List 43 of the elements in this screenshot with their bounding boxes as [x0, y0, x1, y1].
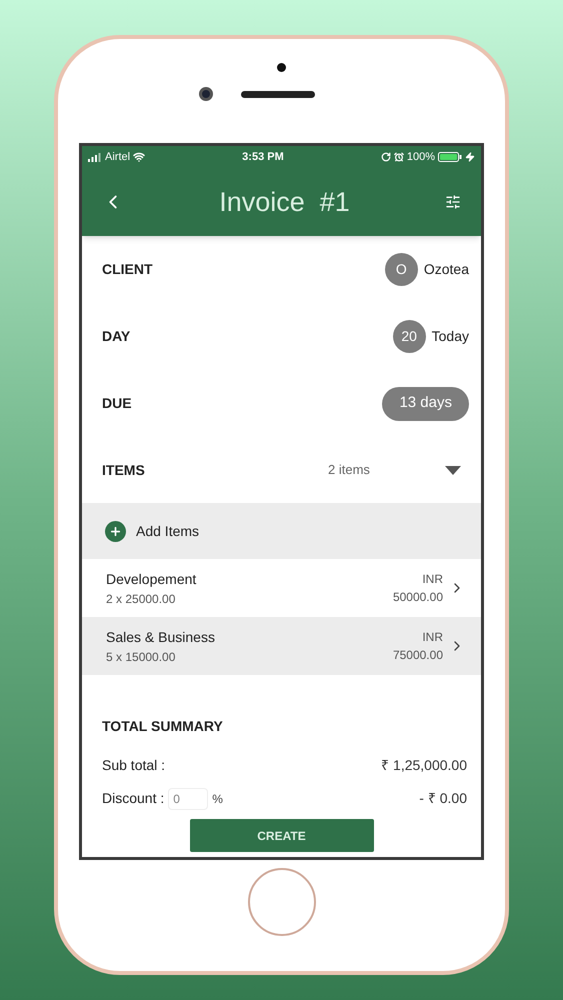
- sensor-icon: [277, 63, 286, 72]
- signal-icon: [88, 152, 102, 162]
- alarm-icon: [394, 152, 404, 162]
- item-currency: INR: [422, 571, 443, 588]
- item-amount: 50000.00: [392, 589, 443, 606]
- plus-icon: [105, 520, 126, 542]
- field-label: ITEMS: [102, 460, 146, 480]
- line-item-row[interactable]: Sales & Business 5 x 15000.00 INR 75000.00: [82, 617, 481, 675]
- field-value[interactable]: Today: [432, 326, 469, 347]
- create-button[interactable]: CREATE: [190, 819, 374, 852]
- charging-icon: [465, 152, 475, 162]
- item-quantity: 5 x 15000.00: [106, 648, 176, 666]
- items-count: 2 items: [328, 461, 371, 480]
- wifi-icon: [133, 151, 146, 163]
- item-quantity: 2 x 25000.00: [106, 590, 176, 608]
- battery-icon: [438, 152, 462, 162]
- summary-value: - ₹ 0.00: [419, 789, 467, 808]
- speaker-icon: [240, 90, 314, 98]
- add-items-button[interactable]: Add Items: [82, 503, 481, 559]
- section-title: TOTAL SUMMARY: [102, 717, 223, 736]
- battery-percent: 100%: [406, 150, 435, 165]
- camera-icon: [198, 87, 212, 101]
- settings-sliders-icon: [445, 194, 461, 210]
- filter-button[interactable]: [445, 194, 461, 210]
- field-label: DAY: [102, 327, 130, 346]
- summary-label: Sub total :: [102, 756, 166, 775]
- item-name: Sales & Business: [106, 628, 216, 646]
- discount-field[interactable]: 0: [168, 788, 208, 810]
- status-time: 3:53 PM: [242, 150, 284, 165]
- dropdown-caret-icon[interactable]: [445, 466, 461, 474]
- item-name: Developement: [106, 570, 198, 589]
- field-value[interactable]: Ozotea: [424, 259, 469, 280]
- carrier-name: Airtel: [105, 150, 130, 165]
- field-label: DUE: [102, 394, 132, 413]
- item-amount: 75000.00: [392, 647, 443, 664]
- page-title: Invoice #1: [219, 186, 350, 219]
- item-currency: INR: [422, 629, 443, 646]
- due-pill[interactable]: 13 days: [382, 386, 469, 420]
- summary-label: Discount :: [102, 789, 164, 808]
- field-label: CLIENT: [102, 260, 153, 279]
- rotation-lock-icon: [380, 152, 391, 162]
- summary-value: ₹ 1,25,000.00: [381, 756, 467, 775]
- percent-sign: %: [212, 790, 223, 808]
